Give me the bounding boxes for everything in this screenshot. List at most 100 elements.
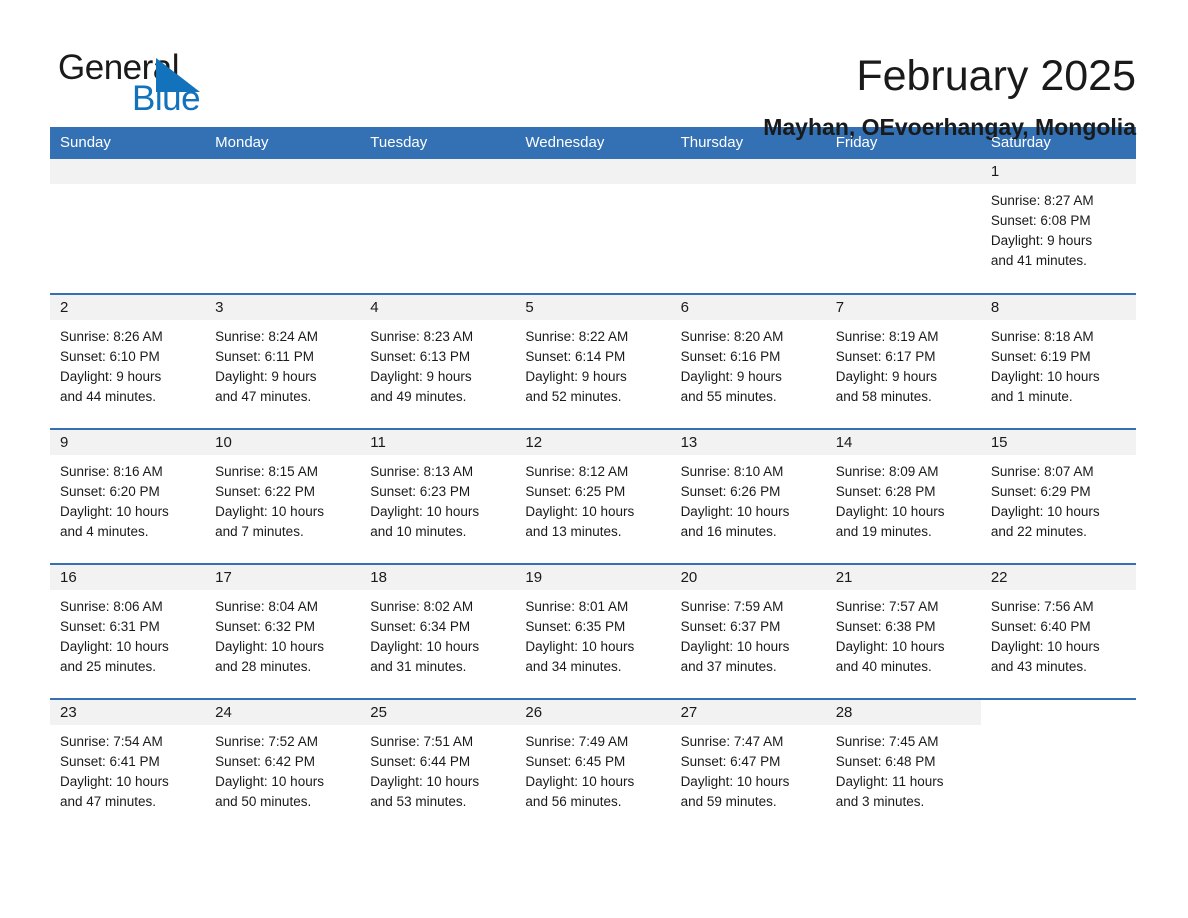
calendar-day-cell[interactable]: 6 Sunrise: 8:20 AM Sunset: 6:16 PM Daylight…: [670, 293, 826, 429]
calendar-day-cell[interactable]: 20 Sunrise: 7:59 AM Sunset: 6:37 PM Dayligh…: [670, 563, 826, 699]
day-detail-line: Sunset: 6:31 PM: [60, 619, 160, 634]
calendar-day-cell[interactable]: 13 Sunrise: 8:10 AM Sunset: 6:26 PM Dayligh…: [670, 428, 826, 564]
calendar-day-cell[interactable]: 11 Sunrise: 8:13 AM Sunset: 6:23 PM Dayligh…: [360, 428, 516, 564]
day-detail-line: Sunset: 6:40 PM: [990, 619, 1091, 634]
day-detail-line: Sunrise: 8:04 AM: [215, 599, 318, 614]
calendar-day-cell[interactable]: 21 Sunrise: 7:57 AM Sunset: 6:38 PM Dayligh…: [825, 563, 981, 699]
day-detail-line: Sunset: 6:32 PM: [215, 619, 315, 634]
day-detail-line: and 7 minutes.: [215, 524, 304, 539]
day-number: [980, 700, 1136, 725]
day-detail-line: Daylight: 9 hours: [60, 369, 162, 384]
day-detail-line: Daylight: 10 hours: [60, 504, 169, 519]
calendar-day-cell[interactable]: 4 Sunrise: 8:23 AM Sunset: 6:13 PM Daylight…: [360, 293, 516, 429]
day-details: Sunrise: 8:02 AM Sunset: 6:34 PM Daylight:…: [360, 590, 515, 677]
day-detail-line: Sunrise: 8:16 AM: [60, 464, 163, 479]
day-number: [360, 159, 516, 184]
day-detail-line: Daylight: 10 hours: [990, 639, 1100, 654]
calendar-day-cell[interactable]: 16 Sunrise: 8:06 AM Sunset: 6:31 PM Dayligh…: [50, 563, 206, 699]
day-detail-line: Daylight: 10 hours: [370, 504, 480, 519]
day-detail-line: Sunset: 6:47 PM: [680, 754, 781, 769]
day-detail-line: and 13 minutes.: [525, 524, 622, 539]
calendar-day-cell[interactable]: 17 Sunrise: 8:04 AM Sunset: 6:32 PM Dayligh…: [205, 563, 361, 699]
day-detail-line: Sunrise: 8:18 AM: [990, 329, 1094, 344]
day-number: [50, 159, 206, 184]
day-details: Sunrise: 7:57 AM Sunset: 6:38 PM Daylight:…: [826, 590, 981, 677]
logo-word-blue: Blue: [132, 79, 201, 118]
calendar-day-cell[interactable]: 3 Sunrise: 8:24 AM Sunset: 6:11 PM Daylight…: [205, 293, 361, 429]
day-detail-line: and 52 minutes.: [525, 389, 622, 404]
calendar-page: General Blue February 2025 Mayhan, OEvoe…: [0, 0, 1188, 918]
day-details: Sunrise: 7:51 AM Sunset: 6:44 PM Daylight:…: [360, 725, 515, 812]
calendar-day-cell[interactable]: 10 Sunrise: 8:15 AM Sunset: 6:22 PM Dayligh…: [205, 428, 361, 564]
calendar-day-cell[interactable]: 8 Sunrise: 8:18 AM Sunset: 6:19 PM Daylight…: [980, 293, 1136, 429]
calendar-day-cell[interactable]: 1 Sunrise: 8:27 AM Sunset: 6:08 PM Daylight…: [980, 159, 1136, 294]
day-number: [515, 159, 671, 184]
day-number: 1: [980, 159, 1136, 184]
day-detail-line: and 43 minutes.: [990, 659, 1087, 674]
calendar-day-cell[interactable]: 23 Sunrise: 7:54 AM Sunset: 6:41 PM Dayligh…: [50, 698, 206, 834]
day-detail-line: and 28 minutes.: [215, 659, 312, 674]
calendar-day-cell[interactable]: 24 Sunrise: 7:52 AM Sunset: 6:42 PM Dayligh…: [205, 698, 361, 834]
calendar-day-cell[interactable]: 12 Sunrise: 8:12 AM Sunset: 6:25 PM Dayligh…: [515, 428, 671, 564]
day-details: Sunrise: 8:07 AM Sunset: 6:29 PM Daylight:…: [981, 455, 1136, 542]
day-detail-line: Sunrise: 8:10 AM: [680, 464, 784, 479]
day-detail-line: Daylight: 9 hours: [680, 369, 782, 384]
day-detail-line: and 3 minutes.: [835, 794, 925, 809]
day-detail-line: and 41 minutes.: [990, 253, 1087, 268]
day-detail-line: and 55 minutes.: [680, 389, 777, 404]
calendar-day-cell[interactable]: 18 Sunrise: 8:02 AM Sunset: 6:34 PM Dayligh…: [360, 563, 516, 699]
day-detail-line: Sunset: 6:11 PM: [215, 349, 314, 364]
day-detail-line: Sunset: 6:45 PM: [525, 754, 626, 769]
day-number: 5: [515, 295, 671, 320]
day-detail-line: Sunrise: 8:23 AM: [370, 329, 474, 344]
day-detail-line: Sunrise: 8:07 AM: [990, 464, 1094, 479]
day-detail-line: Sunrise: 7:45 AM: [835, 734, 939, 749]
calendar-day-cell[interactable]: 7 Sunrise: 8:19 AM Sunset: 6:17 PM Daylight…: [825, 293, 981, 429]
day-details: Sunrise: 7:56 AM Sunset: 6:40 PM Daylight:…: [981, 590, 1136, 677]
calendar-day-cell[interactable]: 26 Sunrise: 7:49 AM Sunset: 6:45 PM Dayligh…: [515, 698, 671, 834]
day-detail-line: and 4 minutes.: [60, 524, 149, 539]
day-detail-line: Sunset: 6:26 PM: [680, 484, 781, 499]
day-detail-line: Sunset: 6:41 PM: [60, 754, 160, 769]
day-number: 7: [825, 295, 981, 320]
day-detail-line: and 19 minutes.: [835, 524, 932, 539]
day-detail-line: Sunrise: 8:19 AM: [835, 329, 939, 344]
calendar-day-cell[interactable]: 9 Sunrise: 8:16 AM Sunset: 6:20 PM Daylight…: [50, 428, 206, 564]
day-detail-line: Sunset: 6:17 PM: [835, 349, 936, 364]
calendar-empty-cell: [515, 159, 671, 294]
calendar-day-cell[interactable]: 14 Sunrise: 8:09 AM Sunset: 6:28 PM Dayligh…: [825, 428, 981, 564]
day-detail-line: Daylight: 9 hours: [990, 233, 1093, 248]
day-details: Sunrise: 8:01 AM Sunset: 6:35 PM Daylight:…: [515, 590, 670, 677]
day-number: 17: [205, 565, 361, 590]
calendar-day-cell[interactable]: 19 Sunrise: 8:01 AM Sunset: 6:35 PM Dayligh…: [515, 563, 671, 699]
calendar-day-cell[interactable]: 28 Sunrise: 7:45 AM Sunset: 6:48 PM Dayligh…: [825, 698, 981, 834]
day-detail-line: and 25 minutes.: [60, 659, 157, 674]
day-details: Sunrise: 8:13 AM Sunset: 6:23 PM Daylight:…: [360, 455, 515, 542]
day-detail-line: Daylight: 10 hours: [835, 504, 945, 519]
calendar-day-cell[interactable]: 2 Sunrise: 8:26 AM Sunset: 6:10 PM Daylight…: [50, 293, 206, 429]
day-details: Sunrise: 8:20 AM Sunset: 6:16 PM Daylight:…: [671, 320, 826, 407]
calendar-day-cell[interactable]: 25 Sunrise: 7:51 AM Sunset: 6:44 PM Dayligh…: [360, 698, 516, 834]
day-detail-line: Daylight: 9 hours: [525, 369, 627, 384]
day-detail-line: Sunrise: 8:24 AM: [215, 329, 318, 344]
day-detail-line: and 40 minutes.: [835, 659, 932, 674]
day-detail-line: and 49 minutes.: [370, 389, 467, 404]
day-number: 28: [825, 700, 981, 725]
calendar-empty-cell: [205, 159, 361, 294]
calendar-day-cell[interactable]: 15 Sunrise: 8:07 AM Sunset: 6:29 PM Dayligh…: [980, 428, 1136, 564]
day-detail-line: Sunset: 6:19 PM: [990, 349, 1091, 364]
day-details: Sunrise: 8:27 AM Sunset: 6:08 PM Daylight:…: [981, 184, 1136, 271]
calendar-day-cell[interactable]: 27 Sunrise: 7:47 AM Sunset: 6:47 PM Dayligh…: [670, 698, 826, 834]
day-detail-line: Sunrise: 8:01 AM: [525, 599, 629, 614]
calendar-day-cell[interactable]: 22 Sunrise: 7:56 AM Sunset: 6:40 PM Dayligh…: [980, 563, 1136, 699]
calendar-day-cell[interactable]: 5 Sunrise: 8:22 AM Sunset: 6:14 PM Daylight…: [515, 293, 671, 429]
day-detail-line: Sunset: 6:34 PM: [370, 619, 471, 634]
page-header: General Blue February 2025 Mayhan, OEvoe…: [0, 0, 1188, 140]
day-detail-line: and 22 minutes.: [990, 524, 1087, 539]
day-detail-line: Sunrise: 8:27 AM: [990, 193, 1094, 208]
day-detail-line: Sunset: 6:37 PM: [680, 619, 781, 634]
day-detail-line: Daylight: 10 hours: [680, 504, 790, 519]
day-detail-line: Sunset: 6:14 PM: [525, 349, 626, 364]
day-number: 3: [205, 295, 361, 320]
day-detail-line: and 1 minute.: [990, 389, 1073, 404]
